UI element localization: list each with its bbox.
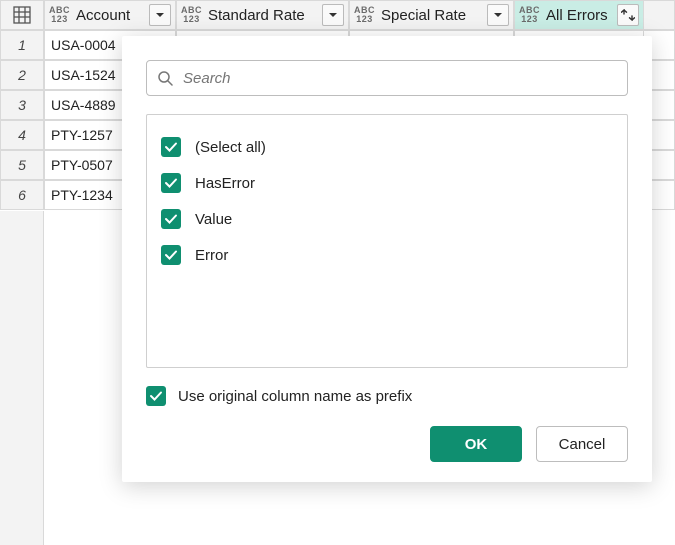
- column-expand-button[interactable]: [617, 4, 639, 26]
- column-header-all-errors[interactable]: ABC 123 All Errors: [514, 0, 644, 30]
- row-number[interactable]: 3: [0, 90, 44, 120]
- option-label: (Select all): [195, 139, 266, 156]
- checkbox-checked[interactable]: [161, 245, 181, 265]
- chevron-down-icon: [493, 10, 503, 20]
- row-number[interactable]: 4: [0, 120, 44, 150]
- checkbox-checked[interactable]: [161, 173, 181, 193]
- expand-column-dialog: (Select all) HasError Value Error Use or…: [122, 36, 652, 482]
- datatype-icon: ABC 123: [49, 6, 70, 24]
- column-name: Standard Rate: [206, 7, 318, 24]
- row-number[interactable]: 1: [0, 30, 44, 60]
- column-options-list: (Select all) HasError Value Error: [146, 114, 628, 368]
- checkbox-checked[interactable]: [161, 209, 181, 229]
- expand-icon: [621, 9, 635, 21]
- prefix-option-row[interactable]: Use original column name as prefix: [146, 386, 628, 406]
- table-icon: [13, 6, 31, 24]
- check-icon: [149, 389, 163, 403]
- datatype-icon: ABC 123: [519, 6, 540, 24]
- column-filter-button[interactable]: [487, 4, 509, 26]
- search-box[interactable]: [146, 60, 628, 96]
- option-label: HasError: [195, 175, 255, 192]
- check-icon: [164, 176, 178, 190]
- option-value[interactable]: Value: [161, 201, 613, 237]
- checkbox-checked[interactable]: [161, 137, 181, 157]
- chevron-down-icon: [328, 10, 338, 20]
- column-filter-button[interactable]: [322, 4, 344, 26]
- search-icon: [157, 70, 173, 86]
- option-label: Error: [195, 247, 228, 264]
- option-haserror[interactable]: HasError: [161, 165, 613, 201]
- column-name: Special Rate: [379, 7, 483, 24]
- check-icon: [164, 140, 178, 154]
- column-filter-button[interactable]: [149, 4, 171, 26]
- datatype-icon: ABC 123: [354, 6, 375, 24]
- prefix-option-label: Use original column name as prefix: [178, 388, 412, 405]
- row-number[interactable]: 5: [0, 150, 44, 180]
- column-name: All Errors: [544, 7, 613, 24]
- search-input[interactable]: [181, 69, 617, 88]
- checkbox-checked[interactable]: [146, 386, 166, 406]
- column-header-standard-rate[interactable]: ABC 123 Standard Rate: [176, 0, 349, 30]
- column-header-special-rate[interactable]: ABC 123 Special Rate: [349, 0, 514, 30]
- column-header-account[interactable]: ABC 123 Account: [44, 0, 176, 30]
- dialog-buttons: OK Cancel: [146, 426, 628, 462]
- option-error[interactable]: Error: [161, 237, 613, 273]
- row-number[interactable]: 2: [0, 60, 44, 90]
- check-icon: [164, 212, 178, 226]
- chevron-down-icon: [155, 10, 165, 20]
- check-icon: [164, 248, 178, 262]
- cancel-button[interactable]: Cancel: [536, 426, 628, 462]
- datatype-icon: ABC 123: [181, 6, 202, 24]
- option-select-all[interactable]: (Select all): [161, 129, 613, 165]
- ok-button[interactable]: OK: [430, 426, 522, 462]
- select-all-corner[interactable]: [0, 0, 44, 30]
- option-label: Value: [195, 211, 232, 228]
- column-name: Account: [74, 7, 145, 24]
- row-number[interactable]: 6: [0, 180, 44, 210]
- header-spacer: [644, 0, 675, 30]
